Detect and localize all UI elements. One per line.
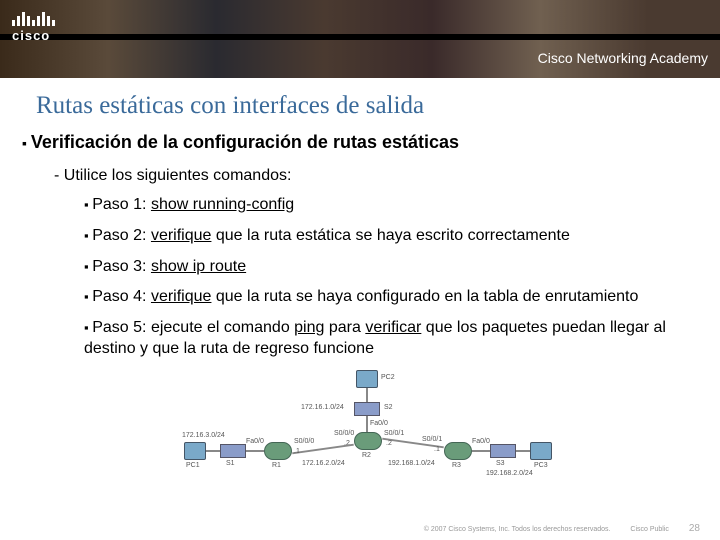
step-label: Paso 4: (92, 288, 146, 305)
step-text: que la ruta se haya configurado en la ta… (211, 288, 638, 305)
link-line (516, 450, 530, 452)
if-label: Fa0/0 (370, 420, 388, 427)
if-label: Fa0/0 (246, 438, 264, 445)
if-label: S0/0/1 (384, 430, 404, 437)
if-label: S0/0/0 (334, 430, 354, 437)
slide-footer: © 2007 Cisco Systems, Inc. Todos los der… (406, 523, 700, 534)
step-1: Paso 1: show running-config (84, 195, 700, 216)
step-label: Paso 1: (92, 196, 146, 213)
pc1-icon (184, 442, 206, 460)
link-line (206, 450, 220, 452)
step-4: Paso 4: verifique que la ruta se haya co… (84, 287, 700, 308)
s2-icon (354, 402, 380, 416)
step-command: verifique (151, 227, 211, 244)
step-text: ejecute el comando (151, 319, 294, 336)
r1-icon (264, 442, 292, 460)
step-text: para (324, 319, 365, 336)
cisco-logo-text: cisco (12, 28, 55, 43)
if-label: S0/0/0 (294, 438, 314, 445)
r1-label: R1 (272, 462, 281, 469)
if-label: .2 (344, 440, 350, 447)
public-label: Cisco Public (630, 526, 669, 533)
s3-icon (490, 444, 516, 458)
step-command: verifique (151, 288, 211, 305)
academy-label: Cisco Networking Academy (538, 50, 708, 66)
if-label: .1 (434, 446, 440, 453)
pc2-icon (356, 370, 378, 388)
r3-icon (444, 442, 472, 460)
step-command: verificar (365, 319, 421, 336)
slide-subtitle: Verificación de la configuración de ruta… (22, 132, 700, 153)
network-diagram: PC2 S2 172.16.1.0/24 Fa0/0 R1 R2 R3 172.… (216, 370, 546, 490)
step-2: Paso 2: verifique que la ruta estática s… (84, 226, 700, 247)
step-command: show ip route (151, 258, 246, 275)
net-label: 192.168.1.0/24 (388, 460, 435, 467)
s1-icon (220, 444, 246, 458)
cisco-logo: cisco (12, 8, 55, 43)
step-label: Paso 3: (92, 258, 146, 275)
pc2-label: PC2 (381, 374, 395, 381)
r3-label: R3 (452, 462, 461, 469)
s2-label: S2 (384, 404, 393, 411)
pc1-label: PC1 (186, 462, 200, 469)
step-command: ping (294, 319, 324, 336)
if-label: .2 (386, 440, 392, 447)
subtitle-text: Verificación de la configuración de ruta… (31, 132, 459, 152)
step-command: show running-config (151, 196, 294, 213)
net-label: 172.16.3.0/24 (182, 432, 225, 439)
step-5: Paso 5: ejecute el comando ping para ver… (84, 318, 700, 360)
if-label: .1 (294, 448, 300, 455)
s1-label: S1 (226, 460, 235, 467)
r2-icon (354, 432, 382, 450)
header-divider (0, 34, 720, 40)
r2-label: R2 (362, 452, 371, 459)
copyright-text: © 2007 Cisco Systems, Inc. Todos los der… (424, 526, 611, 533)
if-label: S0/0/1 (422, 436, 442, 443)
intro-line: - Utilice los siguientes comandos: (54, 167, 700, 185)
net-label: 172.16.1.0/24 (301, 404, 344, 411)
slide-content: Rutas estáticas con interfaces de salida… (0, 78, 720, 490)
net-label: 192.168.2.0/24 (486, 470, 533, 477)
pc3-icon (530, 442, 552, 460)
link-line (366, 416, 368, 432)
link-line (246, 450, 264, 452)
step-3: Paso 3: show ip route (84, 257, 700, 278)
slide-title: Rutas estáticas con interfaces de salida (36, 92, 700, 120)
if-label: Fa0/0 (472, 438, 490, 445)
slide-header: cisco Cisco Networking Academy (0, 0, 720, 78)
step-label: Paso 5: (92, 319, 146, 336)
page-number: 28 (689, 523, 700, 534)
step-text: que la ruta estática se haya escrito cor… (211, 227, 569, 244)
link-line (472, 450, 490, 452)
steps-list: Paso 1: show running-config Paso 2: veri… (84, 195, 700, 360)
link-line (366, 388, 368, 402)
step-label: Paso 2: (92, 227, 146, 244)
pc3-label: PC3 (534, 462, 548, 469)
cisco-logo-bars-icon (12, 8, 55, 26)
net-label: 172.16.2.0/24 (302, 460, 345, 467)
s3-label: S3 (496, 460, 505, 467)
